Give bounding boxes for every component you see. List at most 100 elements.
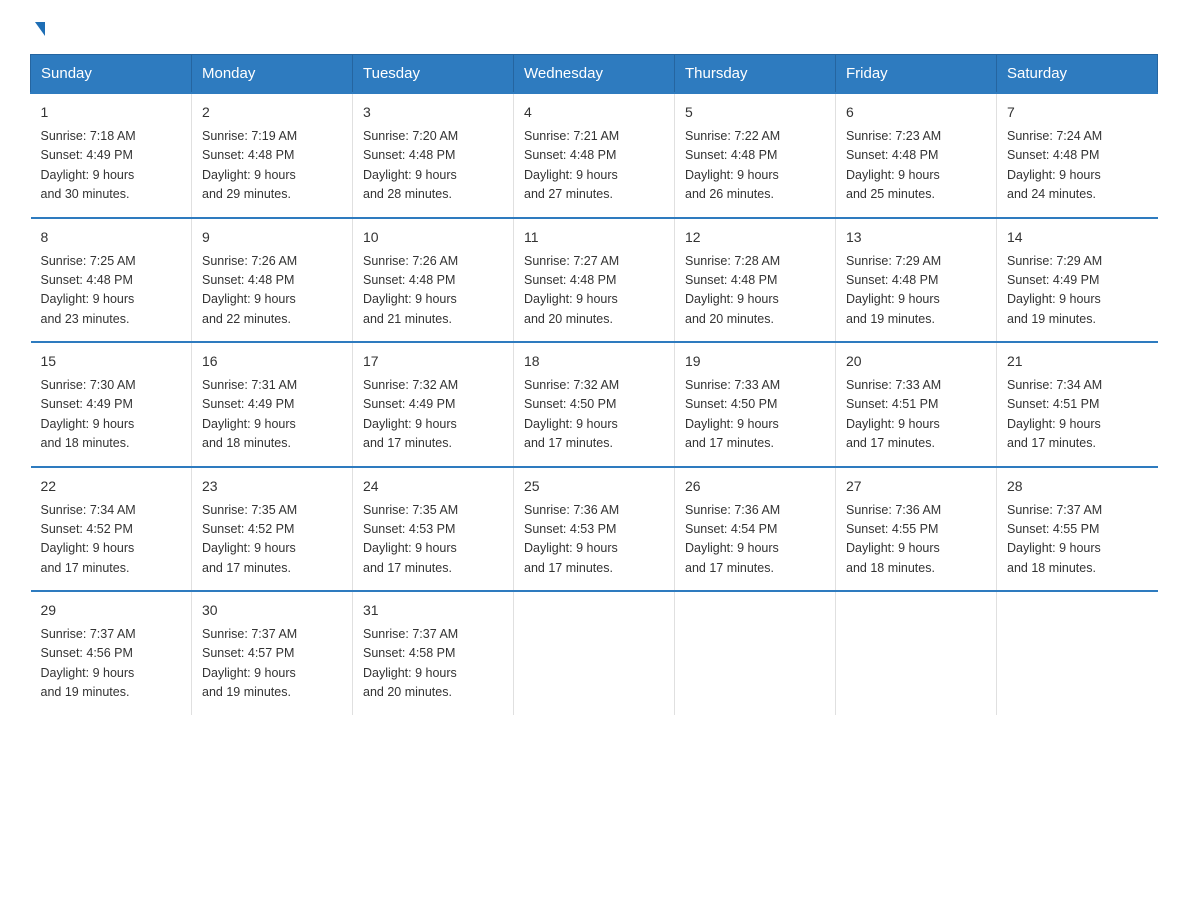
- day-info: Sunrise: 7:22 AM Sunset: 4:48 PM Dayligh…: [685, 127, 825, 205]
- day-number: 27: [846, 476, 986, 497]
- day-number: 23: [202, 476, 342, 497]
- header-sunday: Sunday: [31, 55, 192, 94]
- day-info: Sunrise: 7:34 AM Sunset: 4:52 PM Dayligh…: [41, 501, 182, 579]
- day-info: Sunrise: 7:26 AM Sunset: 4:48 PM Dayligh…: [202, 252, 342, 330]
- day-cell-17: 17 Sunrise: 7:32 AM Sunset: 4:49 PM Dayl…: [353, 342, 514, 467]
- day-number: 6: [846, 102, 986, 123]
- day-cell-3: 3 Sunrise: 7:20 AM Sunset: 4:48 PM Dayli…: [353, 93, 514, 218]
- day-info: Sunrise: 7:28 AM Sunset: 4:48 PM Dayligh…: [685, 252, 825, 330]
- day-cell-27: 27 Sunrise: 7:36 AM Sunset: 4:55 PM Dayl…: [836, 467, 997, 592]
- day-cell-12: 12 Sunrise: 7:28 AM Sunset: 4:48 PM Dayl…: [675, 218, 836, 343]
- week-row-5: 29 Sunrise: 7:37 AM Sunset: 4:56 PM Dayl…: [31, 591, 1158, 715]
- day-cell-30: 30 Sunrise: 7:37 AM Sunset: 4:57 PM Dayl…: [192, 591, 353, 715]
- day-number: 7: [1007, 102, 1148, 123]
- day-cell-8: 8 Sunrise: 7:25 AM Sunset: 4:48 PM Dayli…: [31, 218, 192, 343]
- day-cell-2: 2 Sunrise: 7:19 AM Sunset: 4:48 PM Dayli…: [192, 93, 353, 218]
- day-info: Sunrise: 7:20 AM Sunset: 4:48 PM Dayligh…: [363, 127, 503, 205]
- day-number: 24: [363, 476, 503, 497]
- empty-cell: [836, 591, 997, 715]
- day-number: 31: [363, 600, 503, 621]
- day-number: 2: [202, 102, 342, 123]
- header-thursday: Thursday: [675, 55, 836, 94]
- week-row-3: 15 Sunrise: 7:30 AM Sunset: 4:49 PM Dayl…: [31, 342, 1158, 467]
- week-row-2: 8 Sunrise: 7:25 AM Sunset: 4:48 PM Dayli…: [31, 218, 1158, 343]
- day-cell-22: 22 Sunrise: 7:34 AM Sunset: 4:52 PM Dayl…: [31, 467, 192, 592]
- logo-top: [30, 20, 45, 36]
- day-number: 21: [1007, 351, 1148, 372]
- day-info: Sunrise: 7:36 AM Sunset: 4:53 PM Dayligh…: [524, 501, 664, 579]
- day-info: Sunrise: 7:29 AM Sunset: 4:48 PM Dayligh…: [846, 252, 986, 330]
- day-cell-21: 21 Sunrise: 7:34 AM Sunset: 4:51 PM Dayl…: [997, 342, 1158, 467]
- day-info: Sunrise: 7:21 AM Sunset: 4:48 PM Dayligh…: [524, 127, 664, 205]
- day-number: 1: [41, 102, 182, 123]
- day-number: 25: [524, 476, 664, 497]
- day-cell-14: 14 Sunrise: 7:29 AM Sunset: 4:49 PM Dayl…: [997, 218, 1158, 343]
- empty-cell: [997, 591, 1158, 715]
- day-info: Sunrise: 7:31 AM Sunset: 4:49 PM Dayligh…: [202, 376, 342, 454]
- empty-cell: [675, 591, 836, 715]
- day-number: 18: [524, 351, 664, 372]
- day-number: 16: [202, 351, 342, 372]
- day-cell-11: 11 Sunrise: 7:27 AM Sunset: 4:48 PM Dayl…: [514, 218, 675, 343]
- day-cell-6: 6 Sunrise: 7:23 AM Sunset: 4:48 PM Dayli…: [836, 93, 997, 218]
- day-cell-31: 31 Sunrise: 7:37 AM Sunset: 4:58 PM Dayl…: [353, 591, 514, 715]
- day-number: 8: [41, 227, 182, 248]
- day-number: 15: [41, 351, 182, 372]
- day-info: Sunrise: 7:26 AM Sunset: 4:48 PM Dayligh…: [363, 252, 503, 330]
- day-cell-1: 1 Sunrise: 7:18 AM Sunset: 4:49 PM Dayli…: [31, 93, 192, 218]
- day-number: 5: [685, 102, 825, 123]
- day-info: Sunrise: 7:19 AM Sunset: 4:48 PM Dayligh…: [202, 127, 342, 205]
- day-cell-28: 28 Sunrise: 7:37 AM Sunset: 4:55 PM Dayl…: [997, 467, 1158, 592]
- day-cell-20: 20 Sunrise: 7:33 AM Sunset: 4:51 PM Dayl…: [836, 342, 997, 467]
- day-number: 10: [363, 227, 503, 248]
- day-cell-25: 25 Sunrise: 7:36 AM Sunset: 4:53 PM Dayl…: [514, 467, 675, 592]
- page-header: [30, 20, 1158, 34]
- day-number: 17: [363, 351, 503, 372]
- day-info: Sunrise: 7:35 AM Sunset: 4:53 PM Dayligh…: [363, 501, 503, 579]
- header-monday: Monday: [192, 55, 353, 94]
- day-info: Sunrise: 7:34 AM Sunset: 4:51 PM Dayligh…: [1007, 376, 1148, 454]
- day-info: Sunrise: 7:37 AM Sunset: 4:56 PM Dayligh…: [41, 625, 182, 703]
- day-cell-29: 29 Sunrise: 7:37 AM Sunset: 4:56 PM Dayl…: [31, 591, 192, 715]
- week-row-4: 22 Sunrise: 7:34 AM Sunset: 4:52 PM Dayl…: [31, 467, 1158, 592]
- day-cell-10: 10 Sunrise: 7:26 AM Sunset: 4:48 PM Dayl…: [353, 218, 514, 343]
- header-row: SundayMondayTuesdayWednesdayThursdayFrid…: [31, 55, 1158, 94]
- day-info: Sunrise: 7:32 AM Sunset: 4:50 PM Dayligh…: [524, 376, 664, 454]
- day-cell-13: 13 Sunrise: 7:29 AM Sunset: 4:48 PM Dayl…: [836, 218, 997, 343]
- day-number: 20: [846, 351, 986, 372]
- day-cell-15: 15 Sunrise: 7:30 AM Sunset: 4:49 PM Dayl…: [31, 342, 192, 467]
- day-info: Sunrise: 7:29 AM Sunset: 4:49 PM Dayligh…: [1007, 252, 1148, 330]
- day-number: 14: [1007, 227, 1148, 248]
- day-info: Sunrise: 7:24 AM Sunset: 4:48 PM Dayligh…: [1007, 127, 1148, 205]
- day-number: 28: [1007, 476, 1148, 497]
- day-number: 22: [41, 476, 182, 497]
- day-number: 9: [202, 227, 342, 248]
- day-info: Sunrise: 7:32 AM Sunset: 4:49 PM Dayligh…: [363, 376, 503, 454]
- day-number: 3: [363, 102, 503, 123]
- day-cell-18: 18 Sunrise: 7:32 AM Sunset: 4:50 PM Dayl…: [514, 342, 675, 467]
- logo: [30, 20, 45, 34]
- calendar-table: SundayMondayTuesdayWednesdayThursdayFrid…: [30, 54, 1158, 715]
- week-row-1: 1 Sunrise: 7:18 AM Sunset: 4:49 PM Dayli…: [31, 93, 1158, 218]
- day-info: Sunrise: 7:37 AM Sunset: 4:55 PM Dayligh…: [1007, 501, 1148, 579]
- day-info: Sunrise: 7:33 AM Sunset: 4:51 PM Dayligh…: [846, 376, 986, 454]
- day-info: Sunrise: 7:37 AM Sunset: 4:58 PM Dayligh…: [363, 625, 503, 703]
- day-number: 26: [685, 476, 825, 497]
- day-number: 13: [846, 227, 986, 248]
- day-number: 30: [202, 600, 342, 621]
- day-info: Sunrise: 7:25 AM Sunset: 4:48 PM Dayligh…: [41, 252, 182, 330]
- day-cell-26: 26 Sunrise: 7:36 AM Sunset: 4:54 PM Dayl…: [675, 467, 836, 592]
- header-saturday: Saturday: [997, 55, 1158, 94]
- day-cell-7: 7 Sunrise: 7:24 AM Sunset: 4:48 PM Dayli…: [997, 93, 1158, 218]
- day-info: Sunrise: 7:18 AM Sunset: 4:49 PM Dayligh…: [41, 127, 182, 205]
- logo-arrow-icon: [35, 22, 45, 36]
- day-cell-5: 5 Sunrise: 7:22 AM Sunset: 4:48 PM Dayli…: [675, 93, 836, 218]
- empty-cell: [514, 591, 675, 715]
- day-number: 29: [41, 600, 182, 621]
- day-info: Sunrise: 7:27 AM Sunset: 4:48 PM Dayligh…: [524, 252, 664, 330]
- header-wednesday: Wednesday: [514, 55, 675, 94]
- day-info: Sunrise: 7:35 AM Sunset: 4:52 PM Dayligh…: [202, 501, 342, 579]
- header-friday: Friday: [836, 55, 997, 94]
- day-info: Sunrise: 7:33 AM Sunset: 4:50 PM Dayligh…: [685, 376, 825, 454]
- day-number: 12: [685, 227, 825, 248]
